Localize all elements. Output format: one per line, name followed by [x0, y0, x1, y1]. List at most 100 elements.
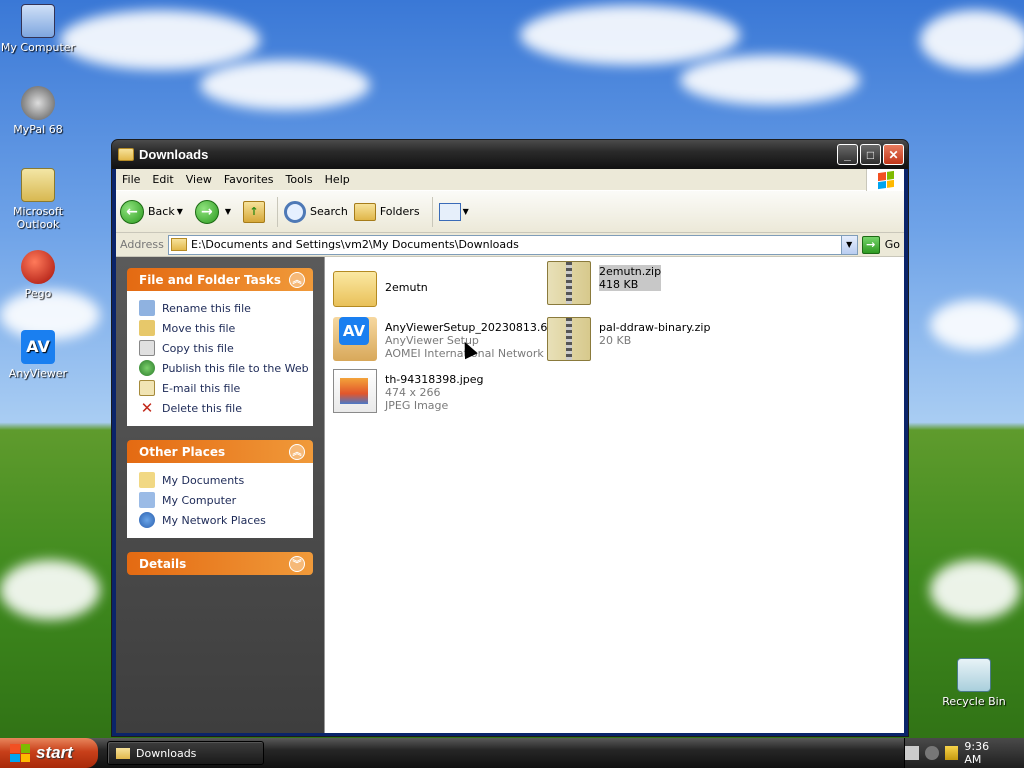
- desktop-icon-recycle-bin[interactable]: Recycle Bin: [936, 658, 1012, 708]
- file-list: 2emutn 2emutn.zip 418 KB AV AnyViewerSet…: [325, 257, 904, 733]
- forward-dropdown-icon[interactable]: ▼: [225, 207, 231, 216]
- globe-icon: [139, 360, 155, 376]
- raccoon-icon: [21, 86, 55, 120]
- back-dropdown-icon[interactable]: ▼: [177, 207, 183, 216]
- minimize-button[interactable]: _: [837, 144, 858, 165]
- toolbar: ← Back ▼ → ▼ ↑ Search Folders ▼: [116, 191, 904, 233]
- toolbar-separator: [431, 196, 433, 227]
- folders-button[interactable]: Folders: [353, 202, 420, 221]
- forward-arrow-icon: →: [194, 199, 219, 224]
- forward-button[interactable]: → ▼: [194, 199, 237, 224]
- folder-icon: [333, 271, 377, 307]
- place-network[interactable]: My Network Places: [139, 510, 313, 530]
- file-item-folder[interactable]: 2emutn: [333, 265, 428, 307]
- address-bar: Address E:\Documents and Settings\vm2\My…: [116, 233, 904, 257]
- address-label: Address: [120, 238, 164, 251]
- task-rename[interactable]: Rename this file: [139, 298, 313, 318]
- my-documents-icon: [139, 472, 155, 488]
- windows-flag-icon: [10, 744, 30, 762]
- file-folder-tasks-panel: File and Folder Tasks ︽ Rename this file…: [127, 268, 313, 426]
- desktop-icon-outlook[interactable]: Microsoft Outlook: [0, 168, 76, 231]
- anyviewer-setup-icon: AV: [333, 317, 377, 361]
- file-item-installer[interactable]: AV AnyViewerSetup_20230813.6... AnyViewe…: [333, 317, 558, 361]
- move-icon: [139, 320, 155, 336]
- task-copy[interactable]: Copy this file: [139, 338, 313, 358]
- menu-file[interactable]: File: [116, 173, 146, 186]
- place-my-documents[interactable]: My Documents: [139, 470, 313, 490]
- up-folder-button[interactable]: ↑: [243, 200, 266, 223]
- recycle-bin-icon: [957, 658, 991, 692]
- views-icon: [438, 202, 461, 221]
- panel-body: My Documents My Computer My Network Plac…: [127, 463, 313, 538]
- menu-favorites[interactable]: Favorites: [218, 173, 280, 186]
- file-item-zip-selected[interactable]: 2emutn.zip 418 KB: [547, 261, 662, 305]
- menu-help[interactable]: Help: [319, 173, 356, 186]
- computer-icon: [139, 492, 155, 508]
- maximize-button[interactable]: □: [860, 144, 881, 165]
- tray-expand-icon[interactable]: [924, 746, 939, 760]
- menu-view[interactable]: View: [180, 173, 218, 186]
- desktop-icon-anyviewer[interactable]: AV AnyViewer: [0, 330, 76, 380]
- up-folder-icon: ↑: [243, 200, 266, 223]
- go-arrow-icon: →: [861, 235, 880, 254]
- go-button[interactable]: → Go: [861, 235, 900, 254]
- window-title: Downloads: [139, 147, 209, 162]
- network-icon: [139, 512, 155, 528]
- address-path: E:\Documents and Settings\vm2\My Documen…: [191, 238, 519, 251]
- file-item-zip[interactable]: pal-ddraw-binary.zip 20 KB: [547, 317, 710, 361]
- panel-header[interactable]: Details ︾: [127, 552, 313, 575]
- title-bar[interactable]: Downloads _ □ ✕: [112, 140, 908, 169]
- outlook-icon: [21, 168, 55, 202]
- menu-bar: File Edit View Favorites Tools Help: [116, 169, 904, 191]
- folder-icon: [116, 747, 130, 759]
- system-tray: 9:36 AM: [904, 738, 1024, 768]
- toolbar-separator: [277, 196, 279, 227]
- clock: 9:36 AM: [964, 740, 990, 766]
- task-email[interactable]: E-mail this file: [139, 378, 313, 398]
- panel-header[interactable]: Other Places ︽: [127, 440, 313, 463]
- folders-icon: [353, 202, 376, 221]
- back-button[interactable]: ← Back ▼: [120, 199, 189, 224]
- windows-logo-icon: [866, 169, 904, 191]
- explorer-window: Downloads _ □ ✕ File Edit View Favorites…: [111, 139, 909, 737]
- views-button[interactable]: ▼: [438, 202, 469, 221]
- security-shield-icon[interactable]: [944, 746, 959, 760]
- email-icon: [139, 380, 155, 396]
- file-item-jpeg[interactable]: th-94318398.jpeg 474 x 266 JPEG Image: [333, 369, 484, 413]
- computer-icon: [21, 4, 55, 38]
- start-button[interactable]: start: [0, 738, 98, 768]
- task-delete[interactable]: ✕ Delete this file: [139, 398, 313, 418]
- jpeg-image-icon: [333, 369, 377, 413]
- close-button[interactable]: ✕: [883, 144, 904, 165]
- desktop-icon-pego[interactable]: Pego: [0, 250, 76, 300]
- task-pane: File and Folder Tasks ︽ Rename this file…: [116, 257, 325, 733]
- desktop-icon-my-computer[interactable]: My Computer: [0, 4, 76, 54]
- copy-icon: [139, 340, 155, 356]
- task-move[interactable]: Move this file: [139, 318, 313, 338]
- panel-header[interactable]: File and Folder Tasks ︽: [127, 268, 313, 291]
- place-my-computer[interactable]: My Computer: [139, 490, 313, 510]
- keyboard-icon[interactable]: [905, 746, 919, 760]
- taskbar-window-button[interactable]: Downloads: [107, 741, 264, 765]
- delete-x-icon: ✕: [140, 399, 154, 417]
- back-arrow-icon: ←: [120, 199, 144, 224]
- details-panel: Details ︾: [127, 552, 313, 575]
- folder-icon: [118, 148, 134, 161]
- zip-archive-icon: [547, 317, 591, 361]
- pego-icon: [21, 250, 55, 284]
- views-dropdown-icon: ▼: [462, 207, 469, 216]
- collapse-chevron-icon[interactable]: ︽: [289, 443, 305, 460]
- search-button[interactable]: Search: [284, 200, 348, 223]
- task-publish[interactable]: Publish this file to the Web: [139, 358, 313, 378]
- content-area: File and Folder Tasks ︽ Rename this file…: [116, 257, 904, 733]
- address-dropdown-icon[interactable]: ▼: [840, 235, 857, 254]
- menu-tools[interactable]: Tools: [280, 173, 319, 186]
- taskbar: start Downloads 9:36 AM: [0, 738, 1024, 768]
- expand-chevron-icon[interactable]: ︾: [289, 555, 305, 572]
- collapse-chevron-icon[interactable]: ︽: [289, 271, 305, 288]
- search-icon: [284, 200, 307, 223]
- menu-edit[interactable]: Edit: [146, 173, 179, 186]
- desktop-icon-mypal[interactable]: MyPal 68: [0, 86, 76, 136]
- anyviewer-icon: AV: [21, 330, 55, 364]
- address-input[interactable]: E:\Documents and Settings\vm2\My Documen…: [168, 234, 858, 255]
